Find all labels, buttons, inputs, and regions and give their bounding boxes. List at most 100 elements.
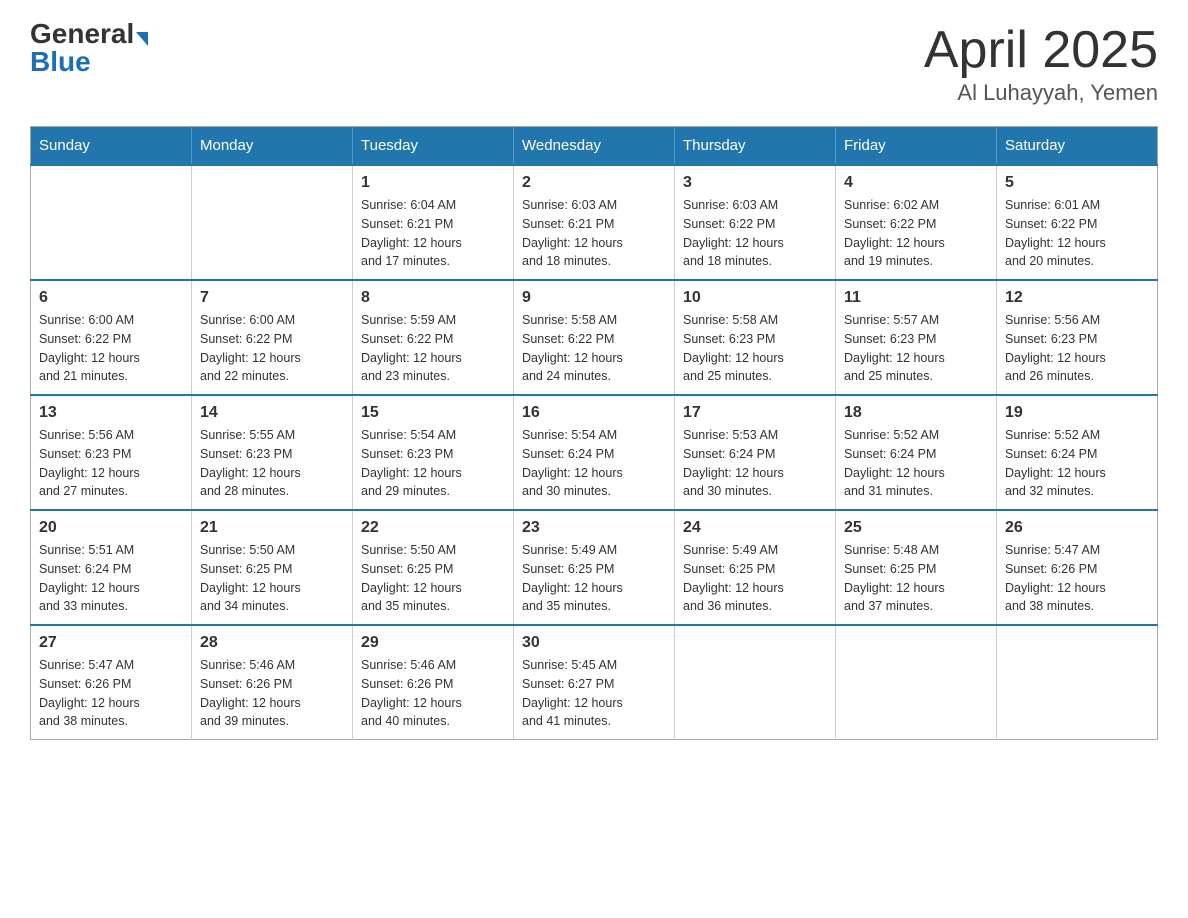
day-info: Sunrise: 5:47 AM Sunset: 6:26 PM Dayligh… <box>1005 541 1149 616</box>
logo-text: General <box>30 20 148 48</box>
day-number: 25 <box>844 519 988 537</box>
day-number: 12 <box>1005 289 1149 307</box>
day-number: 11 <box>844 289 988 307</box>
day-number: 20 <box>39 519 183 537</box>
day-info: Sunrise: 5:48 AM Sunset: 6:25 PM Dayligh… <box>844 541 988 616</box>
calendar-week-row: 1 Sunrise: 6:04 AM Sunset: 6:21 PM Daylig… <box>31 165 1158 280</box>
day-info: Sunrise: 5:54 AM Sunset: 6:23 PM Dayligh… <box>361 426 505 501</box>
day-number: 8 <box>361 289 505 307</box>
logo-general: General <box>30 18 134 49</box>
day-number: 13 <box>39 404 183 422</box>
day-number: 2 <box>522 174 666 192</box>
col-tuesday: Tuesday <box>353 127 514 166</box>
day-number: 22 <box>361 519 505 537</box>
logo: General Blue <box>30 20 148 76</box>
col-thursday: Thursday <box>675 127 836 166</box>
table-row: 2 Sunrise: 6:03 AM Sunset: 6:21 PM Daylig… <box>514 165 675 280</box>
day-info: Sunrise: 6:00 AM Sunset: 6:22 PM Dayligh… <box>39 311 183 386</box>
day-info: Sunrise: 6:02 AM Sunset: 6:22 PM Dayligh… <box>844 196 988 271</box>
day-number: 10 <box>683 289 827 307</box>
day-number: 24 <box>683 519 827 537</box>
day-info: Sunrise: 5:49 AM Sunset: 6:25 PM Dayligh… <box>522 541 666 616</box>
calendar-week-row: 6 Sunrise: 6:00 AM Sunset: 6:22 PM Daylig… <box>31 280 1158 395</box>
day-number: 5 <box>1005 174 1149 192</box>
table-row: 9 Sunrise: 5:58 AM Sunset: 6:22 PM Daylig… <box>514 280 675 395</box>
day-info: Sunrise: 5:54 AM Sunset: 6:24 PM Dayligh… <box>522 426 666 501</box>
table-row: 20 Sunrise: 5:51 AM Sunset: 6:24 PM Dayli… <box>31 510 192 625</box>
table-row: 19Sunrise: 5:52 AM Sunset: 6:24 PM Dayli… <box>997 395 1158 510</box>
col-wednesday: Wednesday <box>514 127 675 166</box>
day-number: 4 <box>844 174 988 192</box>
table-row: 24 Sunrise: 5:49 AM Sunset: 6:25 PM Dayli… <box>675 510 836 625</box>
table-row: 16Sunrise: 5:54 AM Sunset: 6:24 PM Dayli… <box>514 395 675 510</box>
day-info: Sunrise: 6:01 AM Sunset: 6:22 PM Dayligh… <box>1005 196 1149 271</box>
day-number: 29 <box>361 634 505 652</box>
calendar-week-row: 20 Sunrise: 5:51 AM Sunset: 6:24 PM Dayli… <box>31 510 1158 625</box>
table-row: 10Sunrise: 5:58 AM Sunset: 6:23 PM Dayli… <box>675 280 836 395</box>
day-number: 15 <box>361 404 505 422</box>
day-number: 26 <box>1005 519 1149 537</box>
table-row: 21 Sunrise: 5:50 AM Sunset: 6:25 PM Dayli… <box>192 510 353 625</box>
day-info: Sunrise: 5:45 AM Sunset: 6:27 PM Dayligh… <box>522 656 666 731</box>
table-row <box>675 625 836 740</box>
table-row: 27 Sunrise: 5:47 AM Sunset: 6:26 PM Dayli… <box>31 625 192 740</box>
table-row: 30 Sunrise: 5:45 AM Sunset: 6:27 PM Dayli… <box>514 625 675 740</box>
day-info: Sunrise: 5:50 AM Sunset: 6:25 PM Dayligh… <box>200 541 344 616</box>
table-row: 14 Sunrise: 5:55 AM Sunset: 6:23 PM Dayli… <box>192 395 353 510</box>
day-info: Sunrise: 5:49 AM Sunset: 6:25 PM Dayligh… <box>683 541 827 616</box>
day-info: Sunrise: 6:03 AM Sunset: 6:22 PM Dayligh… <box>683 196 827 271</box>
day-info: Sunrise: 5:51 AM Sunset: 6:24 PM Dayligh… <box>39 541 183 616</box>
calendar-week-row: 13 Sunrise: 5:56 AM Sunset: 6:23 PM Dayli… <box>31 395 1158 510</box>
day-number: 3 <box>683 174 827 192</box>
table-row: 15 Sunrise: 5:54 AM Sunset: 6:23 PM Dayli… <box>353 395 514 510</box>
table-row <box>997 625 1158 740</box>
table-row <box>836 625 997 740</box>
day-info: Sunrise: 5:59 AM Sunset: 6:22 PM Dayligh… <box>361 311 505 386</box>
col-friday: Friday <box>836 127 997 166</box>
day-info: Sunrise: 5:52 AM Sunset: 6:24 PM Dayligh… <box>844 426 988 501</box>
table-row: 1 Sunrise: 6:04 AM Sunset: 6:21 PM Daylig… <box>353 165 514 280</box>
day-number: 9 <box>522 289 666 307</box>
day-number: 17 <box>683 404 827 422</box>
title-block: April 2025 Al Luhayyah, Yemen <box>924 20 1158 106</box>
page-subtitle: Al Luhayyah, Yemen <box>924 80 1158 106</box>
day-info: Sunrise: 5:58 AM Sunset: 6:22 PM Dayligh… <box>522 311 666 386</box>
col-sunday: Sunday <box>31 127 192 166</box>
day-info: Sunrise: 5:50 AM Sunset: 6:25 PM Dayligh… <box>361 541 505 616</box>
day-number: 30 <box>522 634 666 652</box>
col-monday: Monday <box>192 127 353 166</box>
table-row: 11Sunrise: 5:57 AM Sunset: 6:23 PM Dayli… <box>836 280 997 395</box>
table-row: 4 Sunrise: 6:02 AM Sunset: 6:22 PM Daylig… <box>836 165 997 280</box>
day-info: Sunrise: 6:03 AM Sunset: 6:21 PM Dayligh… <box>522 196 666 271</box>
table-row: 17 Sunrise: 5:53 AM Sunset: 6:24 PM Dayli… <box>675 395 836 510</box>
table-row: 22 Sunrise: 5:50 AM Sunset: 6:25 PM Dayli… <box>353 510 514 625</box>
day-info: Sunrise: 5:46 AM Sunset: 6:26 PM Dayligh… <box>361 656 505 731</box>
day-info: Sunrise: 5:47 AM Sunset: 6:26 PM Dayligh… <box>39 656 183 731</box>
logo-blue: Blue <box>30 48 91 76</box>
day-info: Sunrise: 5:53 AM Sunset: 6:24 PM Dayligh… <box>683 426 827 501</box>
table-row: 6 Sunrise: 6:00 AM Sunset: 6:22 PM Daylig… <box>31 280 192 395</box>
day-number: 1 <box>361 174 505 192</box>
calendar-table: Sunday Monday Tuesday Wednesday Thursday… <box>30 126 1158 740</box>
day-info: Sunrise: 5:56 AM Sunset: 6:23 PM Dayligh… <box>39 426 183 501</box>
day-number: 6 <box>39 289 183 307</box>
table-row: 26 Sunrise: 5:47 AM Sunset: 6:26 PM Dayli… <box>997 510 1158 625</box>
page-header: General Blue April 2025 Al Luhayyah, Yem… <box>30 20 1158 106</box>
day-number: 21 <box>200 519 344 537</box>
table-row <box>31 165 192 280</box>
page-title: April 2025 <box>924 20 1158 80</box>
day-number: 14 <box>200 404 344 422</box>
calendar-week-row: 27 Sunrise: 5:47 AM Sunset: 6:26 PM Dayli… <box>31 625 1158 740</box>
table-row: 5 Sunrise: 6:01 AM Sunset: 6:22 PM Daylig… <box>997 165 1158 280</box>
table-row: 28Sunrise: 5:46 AM Sunset: 6:26 PM Dayli… <box>192 625 353 740</box>
table-row: 23Sunrise: 5:49 AM Sunset: 6:25 PM Dayli… <box>514 510 675 625</box>
day-info: Sunrise: 6:00 AM Sunset: 6:22 PM Dayligh… <box>200 311 344 386</box>
table-row <box>192 165 353 280</box>
calendar-header-row: Sunday Monday Tuesday Wednesday Thursday… <box>31 127 1158 166</box>
day-info: Sunrise: 6:04 AM Sunset: 6:21 PM Dayligh… <box>361 196 505 271</box>
table-row: 18Sunrise: 5:52 AM Sunset: 6:24 PM Dayli… <box>836 395 997 510</box>
day-info: Sunrise: 5:55 AM Sunset: 6:23 PM Dayligh… <box>200 426 344 501</box>
day-info: Sunrise: 5:46 AM Sunset: 6:26 PM Dayligh… <box>200 656 344 731</box>
day-number: 27 <box>39 634 183 652</box>
day-info: Sunrise: 5:52 AM Sunset: 6:24 PM Dayligh… <box>1005 426 1149 501</box>
